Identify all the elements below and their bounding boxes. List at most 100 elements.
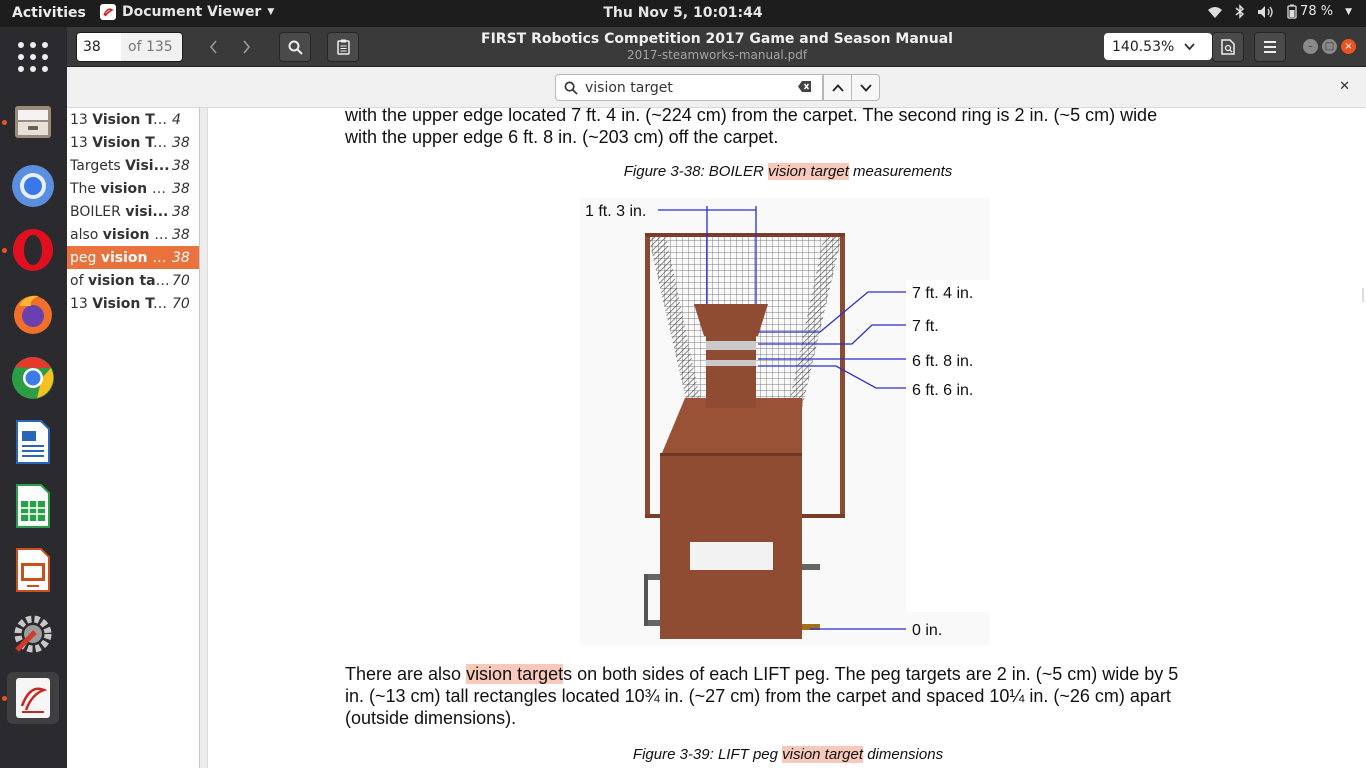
power-menu-chevron-icon: ▼ <box>1345 6 1352 17</box>
result-match: Vision Ta... <box>92 134 170 151</box>
maximize-icon: □ <box>1324 40 1335 52</box>
find-field[interactable]: vision target <box>555 74 823 101</box>
opera-launcher[interactable] <box>7 224 59 276</box>
result-context: The <box>70 180 101 197</box>
previous-page-button[interactable] <box>201 32 227 62</box>
find-result-text: of vision ta... <box>70 273 170 289</box>
dimension-label-0in: 0 in. <box>912 622 942 639</box>
find-result-item[interactable]: 13 Vision Ta... 70 <box>67 292 199 315</box>
find-result-text: Targets Visi... <box>70 158 170 174</box>
firefox-icon <box>14 295 52 334</box>
find-results-sidebar: 13 Vision Ta... 4 13 Vision Ta... 38 Targets… <box>67 108 200 768</box>
paragraph-text: There are also <box>345 664 467 684</box>
result-context: 13 <box>70 111 93 128</box>
find-bar: vision target ✕ <box>67 67 1366 108</box>
find-result-page: 70 <box>172 295 190 312</box>
system-tray[interactable]: 78 % ▼ <box>1207 4 1352 19</box>
find-result-page: 38 <box>172 203 190 220</box>
bluetooth-icon <box>1235 4 1245 19</box>
calc-launcher[interactable] <box>7 480 59 532</box>
clock[interactable]: Thu Nov 5, 10:01:44 <box>0 5 1366 21</box>
chromium-launcher[interactable] <box>7 160 59 212</box>
system-top-bar: Activities Document Viewer ▼ Thu Nov 5, … <box>0 0 1366 27</box>
find-result-page: 38 <box>172 157 190 174</box>
dimension-label-width: 1 ft. 3 in. <box>585 203 646 220</box>
maximize-button[interactable]: □ <box>1322 39 1337 54</box>
find-result-page: 38 <box>172 134 190 151</box>
hamburger-menu-icon <box>1264 41 1276 53</box>
result-match: visi... <box>125 203 169 220</box>
find-result-text: peg vision t... <box>70 250 170 266</box>
chevron-up-icon <box>831 83 844 92</box>
find-result-item[interactable]: The vision t... 38 <box>67 177 199 200</box>
result-context: peg <box>70 249 101 266</box>
page-selector: of 135 <box>76 32 183 62</box>
settings-launcher[interactable] <box>7 608 59 660</box>
close-find-bar-button[interactable]: ✕ <box>1339 79 1350 94</box>
find-result-text: The vision t... <box>70 181 170 197</box>
paragraph-line: with the upper edge located 7 ft. 4 in. … <box>345 108 1158 125</box>
find-previous-button[interactable] <box>823 74 852 101</box>
result-match: Vision Ta... <box>92 111 170 128</box>
firefox-launcher[interactable] <box>7 288 59 340</box>
chevron-left-icon <box>209 40 217 54</box>
writer-launcher[interactable] <box>7 416 59 468</box>
window-subtitle: 2017-steamworks-manual.pdf <box>626 48 808 62</box>
caption-text: measurements <box>848 163 953 180</box>
main-menu-button[interactable] <box>1254 32 1286 62</box>
dimension-label-7ft4in: 7 ft. 4 in. <box>912 285 973 302</box>
annotations-button[interactable] <box>327 32 359 62</box>
page-number-input[interactable] <box>77 33 121 61</box>
zoom-selector[interactable]: 140.53% <box>1104 33 1212 60</box>
search-toggle-button[interactable] <box>279 32 311 62</box>
volume-icon <box>1258 5 1273 18</box>
result-context: of <box>70 272 88 289</box>
search-highlight: vision target <box>782 746 864 763</box>
find-result-page: 4 <box>172 111 181 128</box>
sidebar-scrollbar[interactable] <box>200 108 208 768</box>
chrome-launcher[interactable] <box>7 352 59 404</box>
find-next-button[interactable] <box>851 74 880 101</box>
show-applications-button[interactable] <box>7 31 59 83</box>
zoom-value: 140.53% <box>1112 38 1175 55</box>
minimize-button[interactable]: – <box>1303 39 1318 54</box>
dimension-label-6ft8in: 6 ft. 8 in. <box>912 353 973 370</box>
find-result-item[interactable]: 13 Vision Ta... 4 <box>67 108 199 131</box>
header-bar: of 135 FIRST Robotics Competition 2017 G… <box>67 27 1366 67</box>
impress-icon <box>16 548 50 592</box>
result-match: vision t... <box>100 180 171 197</box>
close-window-button[interactable]: × <box>1341 39 1356 54</box>
find-result-item[interactable]: of vision ta... 70 <box>67 269 199 292</box>
next-page-button[interactable] <box>233 32 259 62</box>
impress-launcher[interactable] <box>7 544 59 596</box>
clear-text-icon[interactable] <box>798 80 812 93</box>
find-result-item[interactable]: Targets Visi... 38 <box>67 154 199 177</box>
search-highlight: vision target <box>466 664 564 684</box>
find-result-page: 38 <box>172 249 190 266</box>
minimize-icon: – <box>1308 40 1313 52</box>
result-context: 13 <box>70 295 93 312</box>
result-match: vision t... <box>102 226 170 243</box>
files-icon <box>15 106 51 138</box>
chevron-down-icon <box>1184 42 1195 50</box>
document-viewer-launcher[interactable] <box>7 672 59 724</box>
caption-text: dimensions <box>863 746 944 763</box>
find-result-text: 13 Vision Ta... <box>70 135 170 151</box>
boiler-figure: 1 ft. 3 in. 7 ft. 4 in. 7 ft. 6 ft. 8 in… <box>580 198 990 646</box>
find-result-item[interactable]: peg vision t... 38 <box>67 246 199 269</box>
document-scroll-indicator[interactable] <box>1362 288 1364 302</box>
find-result-item[interactable]: BOILER visi... 38 <box>67 200 199 223</box>
window-title-block: FIRST Robotics Competition 2017 Game and… <box>397 31 1037 62</box>
find-result-text: BOILER visi... <box>70 204 170 220</box>
find-result-item[interactable]: 13 Vision Ta... 38 <box>67 131 199 154</box>
battery-percent: 78 % <box>1300 4 1334 19</box>
result-context: 13 <box>70 134 93 151</box>
page-view-button[interactable] <box>1212 32 1244 62</box>
find-result-item[interactable]: also vision t... 38 <box>67 223 199 246</box>
dimension-label-7ft: 7 ft. <box>912 318 939 335</box>
close-icon: × <box>1344 40 1353 52</box>
document-page: with the upper edge located 7 ft. 4 in. … <box>210 108 1366 768</box>
find-result-text: 13 Vision Ta... <box>70 296 170 312</box>
opera-icon <box>13 229 53 271</box>
files-launcher[interactable] <box>7 96 59 148</box>
